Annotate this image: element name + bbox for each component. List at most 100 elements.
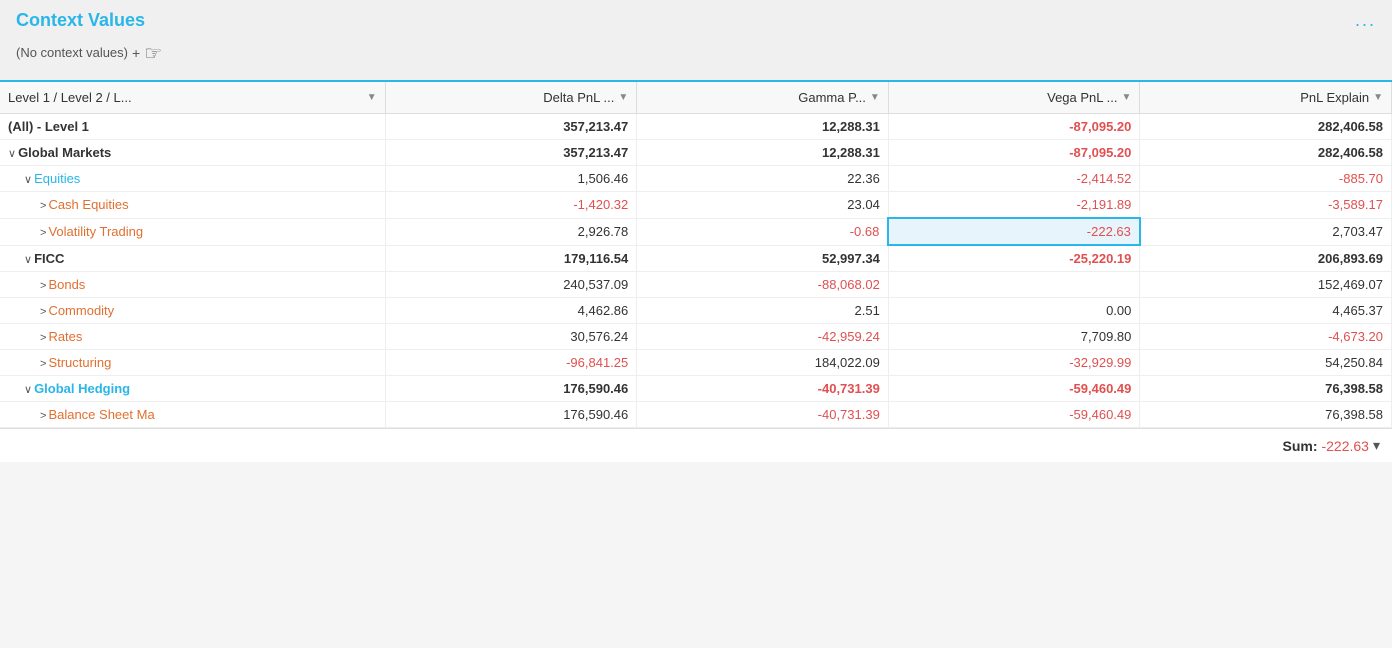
cell-gamma-equities: 22.36	[637, 166, 889, 192]
cell-pnl-all-level1: 282,406.58	[1140, 114, 1392, 140]
context-header: Context Values ...	[16, 10, 1376, 31]
cell-gamma-balance-sheet-ma: -40,731.39	[637, 402, 889, 428]
cell-delta-volatility-trading: 2,926.78	[385, 218, 637, 245]
expand-icon[interactable]: >	[40, 410, 46, 422]
cell-vega-bonds	[888, 272, 1140, 298]
table-row: ∨ FICC179,116.5452,997.34-25,220.19206,8…	[0, 245, 1392, 272]
cell-level-commodity: > Commodity	[0, 298, 385, 324]
cell-gamma-all-level1: 12,288.31	[637, 114, 889, 140]
table-row: ∨ Equities1,506.4622.36-2,414.52-885.70	[0, 166, 1392, 192]
cell-pnl-balance-sheet-ma: 76,398.58	[1140, 402, 1392, 428]
cell-level-all-level1: (All) - Level 1	[0, 114, 385, 140]
expand-icon[interactable]: >	[40, 306, 46, 318]
cell-vega-balance-sheet-ma: -59,460.49	[888, 402, 1140, 428]
col-header-delta[interactable]: Delta PnL ... ▼	[385, 82, 637, 114]
collapse-icon[interactable]: ∨	[8, 147, 16, 160]
cell-pnl-bonds: 152,469.07	[1140, 272, 1392, 298]
expand-icon[interactable]: >	[40, 280, 46, 292]
cell-level-volatility-trading: > Volatility Trading	[0, 218, 385, 245]
cell-delta-global-markets: 357,213.47	[385, 140, 637, 166]
cell-delta-all-level1: 357,213.47	[385, 114, 637, 140]
cell-pnl-global-markets: 282,406.58	[1140, 140, 1392, 166]
table-row: > Commodity4,462.862.510.004,465.37	[0, 298, 1392, 324]
table-row: > Bonds240,537.09-88,068.02152,469.07	[0, 272, 1392, 298]
cell-vega-commodity: 0.00	[888, 298, 1140, 324]
table-section: Level 1 / Level 2 / L... ▼ Delta PnL ...…	[0, 82, 1392, 428]
expand-icon[interactable]: >	[40, 358, 46, 370]
level-label[interactable]: Rates	[48, 329, 82, 344]
cell-vega-global-hedging: -59,460.49	[888, 376, 1140, 402]
cell-level-ficc: ∨ FICC	[0, 245, 385, 272]
cell-delta-commodity: 4,462.86	[385, 298, 637, 324]
level-label[interactable]: Global Hedging	[34, 381, 130, 396]
cell-level-structuring: > Structuring	[0, 350, 385, 376]
level-label[interactable]: Balance Sheet Ma	[48, 407, 154, 422]
sum-bar: Sum: -222.63 ▾	[0, 428, 1392, 462]
level-label[interactable]: Bonds	[48, 277, 85, 292]
cell-pnl-global-hedging: 76,398.58	[1140, 376, 1392, 402]
no-context-row: (No context values) + ☞	[16, 39, 1376, 66]
col-header-vega[interactable]: Vega PnL ... ▼	[888, 82, 1140, 114]
cell-vega-all-level1: -87,095.20	[888, 114, 1140, 140]
cell-vega-ficc: -25,220.19	[888, 245, 1140, 272]
cell-level-cash-equities: > Cash Equities	[0, 192, 385, 219]
cell-delta-balance-sheet-ma: 176,590.46	[385, 402, 637, 428]
table-row: > Cash Equities-1,420.3223.04-2,191.89-3…	[0, 192, 1392, 219]
col-header-level[interactable]: Level 1 / Level 2 / L... ▼	[0, 82, 385, 114]
cell-delta-structuring: -96,841.25	[385, 350, 637, 376]
collapse-icon[interactable]: ∨	[24, 173, 32, 186]
expand-icon[interactable]: >	[40, 200, 46, 212]
col-header-gamma[interactable]: Gamma P... ▼	[637, 82, 889, 114]
cell-vega-volatility-trading[interactable]: -222.63	[888, 218, 1140, 245]
col-dropdown-level[interactable]: ▼	[367, 92, 377, 103]
cell-gamma-commodity: 2.51	[637, 298, 889, 324]
cell-pnl-volatility-trading: 2,703.47	[1140, 218, 1392, 245]
cell-gamma-structuring: 184,022.09	[637, 350, 889, 376]
add-context-button[interactable]: +	[132, 45, 140, 61]
cell-gamma-ficc: 52,997.34	[637, 245, 889, 272]
cell-delta-ficc: 179,116.54	[385, 245, 637, 272]
more-icon[interactable]: ...	[1355, 10, 1376, 31]
collapse-icon[interactable]: ∨	[24, 383, 32, 396]
cell-level-rates: > Rates	[0, 324, 385, 350]
cell-delta-bonds: 240,537.09	[385, 272, 637, 298]
table-row: > Balance Sheet Ma176,590.46-40,731.39-5…	[0, 402, 1392, 428]
cell-vega-equities: -2,414.52	[888, 166, 1140, 192]
level-label[interactable]: Equities	[34, 171, 80, 186]
col-dropdown-gamma[interactable]: ▼	[870, 92, 880, 103]
table-row: ∨ Global Markets357,213.4712,288.31-87,0…	[0, 140, 1392, 166]
cell-gamma-cash-equities: 23.04	[637, 192, 889, 219]
cell-vega-cash-equities: -2,191.89	[888, 192, 1140, 219]
cell-pnl-rates: -4,673.20	[1140, 324, 1392, 350]
cell-pnl-ficc: 206,893.69	[1140, 245, 1392, 272]
cell-pnl-equities: -885.70	[1140, 166, 1392, 192]
col-header-pnl[interactable]: PnL Explain ▼	[1140, 82, 1392, 114]
cursor-icon: ☞	[144, 41, 162, 66]
table-row: > Volatility Trading2,926.78-0.68-222.63…	[0, 218, 1392, 245]
sum-value: -222.63	[1321, 438, 1368, 454]
level-label: FICC	[34, 251, 64, 266]
cell-pnl-structuring: 54,250.84	[1140, 350, 1392, 376]
col-dropdown-delta[interactable]: ▼	[618, 92, 628, 103]
cell-level-global-markets: ∨ Global Markets	[0, 140, 385, 166]
cell-level-balance-sheet-ma: > Balance Sheet Ma	[0, 402, 385, 428]
context-title: Context Values	[16, 10, 145, 31]
sum-dropdown[interactable]: ▾	[1373, 437, 1380, 454]
cell-delta-equities: 1,506.46	[385, 166, 637, 192]
level-label[interactable]: Volatility Trading	[48, 224, 143, 239]
cell-gamma-rates: -42,959.24	[637, 324, 889, 350]
level-label[interactable]: Cash Equities	[48, 197, 128, 212]
expand-icon[interactable]: >	[40, 332, 46, 344]
expand-icon[interactable]: >	[40, 227, 46, 239]
col-dropdown-pnl[interactable]: ▼	[1373, 92, 1383, 103]
cell-pnl-cash-equities: -3,589.17	[1140, 192, 1392, 219]
table-row: > Structuring-96,841.25184,022.09-32,929…	[0, 350, 1392, 376]
cell-delta-rates: 30,576.24	[385, 324, 637, 350]
level-label[interactable]: Commodity	[48, 303, 114, 318]
cell-level-equities: ∨ Equities	[0, 166, 385, 192]
level-label[interactable]: Structuring	[48, 355, 111, 370]
collapse-icon[interactable]: ∨	[24, 253, 32, 266]
cell-level-bonds: > Bonds	[0, 272, 385, 298]
cell-gamma-global-markets: 12,288.31	[637, 140, 889, 166]
col-dropdown-vega[interactable]: ▼	[1121, 92, 1131, 103]
